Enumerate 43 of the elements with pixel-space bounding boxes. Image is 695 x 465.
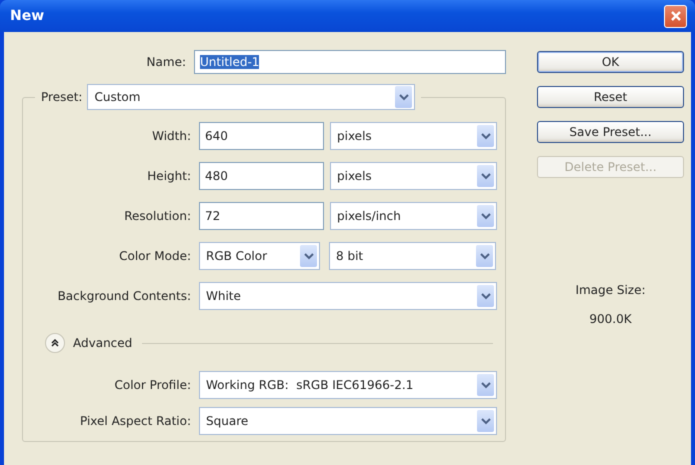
bit-depth-dropdown[interactable]: 8 bit [329,242,496,270]
field-label: Color Mode: [118,249,192,263]
value-dropdown[interactable]: White [199,282,497,310]
chevron-down-icon [304,252,314,260]
unit-dropdown[interactable]: pixels/inch [330,202,497,230]
chevron-down-icon [480,212,490,220]
name-field[interactable]: Untitled-1 [194,50,506,74]
field-label: Width: [151,129,192,143]
value-dropdown[interactable]: Square [199,407,497,435]
field-label: Pixel Aspect Ratio: [79,414,192,428]
dialog-button[interactable]: Reset [537,86,684,108]
chevron-down-icon [480,381,490,389]
field-label: Color Profile: [114,378,192,392]
mode-dropdown[interactable]: RGB Color [199,242,320,270]
number-field[interactable]: 72 [199,202,324,230]
chevron-down-icon [480,172,490,180]
image-size-label: Image Size: [575,283,646,297]
advanced-label: Advanced [73,336,132,350]
dialog-button[interactable]: Save Preset... [537,121,684,143]
chevron-down-icon [480,132,490,140]
advanced-toggle-button[interactable] [45,333,65,353]
chevron-down-icon [480,252,490,260]
image-size-value: 900.0K [589,312,632,326]
number-field[interactable]: 640 [199,122,324,150]
field-label: Resolution: [123,209,192,223]
chevron-down-icon [480,292,490,300]
chevron-down-icon [398,93,409,101]
dialog-button[interactable]: OK [537,51,684,73]
close-icon [670,10,682,22]
name-label: Name: [146,55,187,69]
unit-dropdown[interactable]: pixels [330,162,497,190]
window-title: New [10,8,44,24]
unit-dropdown[interactable]: pixels [330,122,497,150]
preset-label: Preset: [41,90,84,104]
preset-dropdown[interactable]: Custom [87,84,416,110]
value-dropdown[interactable]: Working RGB: sRGB IEC61966-2.1 [199,371,497,399]
field-label: Background Contents: [56,289,192,303]
field-label: Height: [146,169,192,183]
number-field[interactable]: 480 [199,162,324,190]
double-chevron-icon [50,338,60,348]
name-value: Untitled-1 [200,55,260,69]
chevron-down-icon [480,417,490,425]
close-button[interactable] [664,4,687,28]
